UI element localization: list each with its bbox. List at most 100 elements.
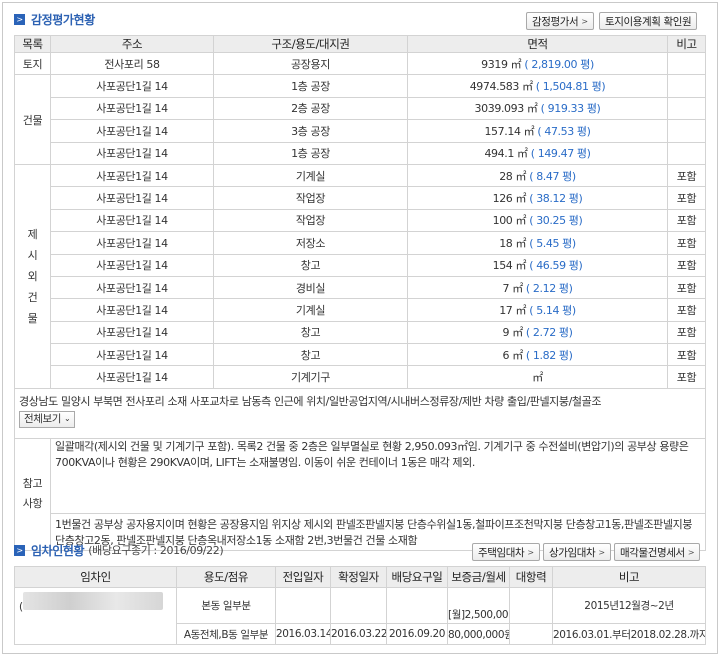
address-cell: 사포공단1길 14 <box>50 208 214 233</box>
table-row: 사포공단1길 14 기계기구 ㎡ 포함 <box>15 365 706 389</box>
table-row: 사포공단1길 14 경비실 7 ㎡ ( 2.12 평) 포함 <box>15 275 706 300</box>
use-cell: 본동 일부분 <box>176 587 276 624</box>
tenant-name-cell: ( <box>14 587 177 645</box>
note-cell: 포함 <box>667 275 706 300</box>
notes-label: 참고사항 <box>14 437 51 551</box>
col-header: 확정일자 <box>330 566 387 588</box>
arrow-right-icon: > <box>687 547 695 557</box>
area-cell: 126 ㎡ ( 38.12 평) <box>407 186 668 210</box>
section-bullet-icon: > <box>14 544 25 556</box>
col-header: 목록 <box>14 35 51 53</box>
use-cell: 2층 공장 <box>213 96 408 121</box>
fixed-date-cell <box>330 587 387 624</box>
col-header: 배당요구일 <box>386 566 448 588</box>
use-cell: A동전체,B동 일부분 <box>176 623 276 645</box>
area-cell: ㎡ <box>407 365 668 389</box>
use-cell: 1층 공장 <box>213 74 408 98</box>
address-cell: 사포공단1길 14 <box>50 186 214 210</box>
appraisal-report-button[interactable]: 감정평가서 > <box>526 12 594 30</box>
use-cell: 경비실 <box>213 275 408 300</box>
use-cell: 기계기구 <box>213 365 408 389</box>
claim-date-cell <box>386 587 448 624</box>
move-in-cell: 2016.03.14. <box>275 623 331 645</box>
use-cell: 3층 공장 <box>213 119 408 143</box>
location-description: 경상남도 밀양시 부북면 전사포리 소재 사포교차로 남동측 인근에 위치/일반… <box>14 387 706 439</box>
col-header: 대항력 <box>509 566 553 588</box>
note-cell: 포함 <box>667 186 706 210</box>
area-cell: 100 ㎡ ( 30.25 평) <box>407 208 668 233</box>
area-cell: 9 ㎡ ( 2.72 평) <box>407 320 668 345</box>
commercial-lease-button[interactable]: 상가임대차 > <box>543 543 611 561</box>
area-cell: 9319 ㎡ ( 2,819.00 평) <box>407 51 668 76</box>
chevron-down-icon: ⌄ <box>64 414 71 424</box>
address-cell: 사포공단1길 14 <box>50 298 214 322</box>
col-header: 임차인 <box>14 566 177 588</box>
note-cell: 포함 <box>667 208 706 233</box>
tenant-title: 임차인현황 <box>31 543 85 558</box>
area-cell: 18 ㎡ ( 5.45 평) <box>407 231 668 255</box>
view-all-button[interactable]: 전체보기 ⌄ <box>19 410 76 428</box>
address-cell: 사포공단1길 14 <box>50 119 214 143</box>
category-building: 건물 <box>14 74 51 165</box>
col-header: 용도/점유 <box>176 566 276 588</box>
area-cell: 3039.093 ㎡ ( 919.33 평) <box>407 96 668 121</box>
area-cell: 6 ㎡ ( 1.82 평) <box>407 343 668 367</box>
note-cell: 포함 <box>667 343 706 367</box>
col-header: 구조/용도/대지권 <box>213 35 408 53</box>
address-cell: 사포공단1길 14 <box>50 74 214 98</box>
claim-date-cell: 2016.09.20 <box>386 623 448 645</box>
use-cell: 기계실 <box>213 298 408 322</box>
table-row: 사포공단1길 14 저장소 18 ㎡ ( 5.45 평) 포함 <box>15 231 706 255</box>
table-row: 사포공단1길 14 작업장 100 ㎡ ( 30.25 평) 포함 <box>15 208 706 233</box>
land-plan-button[interactable]: 토지이용계획 확인원 <box>599 12 698 30</box>
use-cell: 창고 <box>213 253 408 277</box>
col-header: 주소 <box>50 35 214 53</box>
tenant-section-title: > 임차인현황 (배당요구종기 : 2016/09/22) <box>14 540 224 560</box>
table-row: 사포공단1길 14 3층 공장 157.14 ㎡ ( 47.53 평) <box>15 119 706 143</box>
table-row: 사포공단1길 14 2층 공장 3039.093 ㎡ ( 919.33 평) <box>15 96 706 121</box>
col-header: 비고 <box>667 35 706 53</box>
fixed-date-cell: 2016.03.22. <box>330 623 387 645</box>
use-cell: 작업장 <box>213 186 408 210</box>
area-cell: 157.14 ㎡ ( 47.53 평) <box>407 119 668 143</box>
status-report-button[interactable]: 매각물건명세서 > <box>614 543 701 561</box>
note-cell: 포함 <box>667 365 706 389</box>
table-row: 건물 사포공단1길 14 1층 공장 4974.583 ㎡ ( 1,504.81… <box>14 74 706 165</box>
location-row: 경상남도 밀양시 부북면 전사포리 소재 사포교차로 남동측 인근에 위치/일반… <box>14 387 706 439</box>
table-row: 토지 전사포리 58 공장용지 9319 ㎡ ( 2,819.00 평) <box>14 51 706 76</box>
priority-cell <box>509 623 553 645</box>
notes-row: 참고사항 일괄매각(제시외 건물 및 기계기구 포함). 목록2 건물 중 2층… <box>14 437 706 551</box>
area-cell: 17 ㎡ ( 5.14 평) <box>407 298 668 322</box>
table-row: 사포공단1길 14 창고 6 ㎡ ( 1.82 평) 포함 <box>15 343 706 367</box>
note-cell: 포함 <box>667 298 706 322</box>
col-header: 면적 <box>407 35 668 53</box>
col-header: 비고 <box>552 566 706 588</box>
arrow-right-icon: > <box>598 547 605 557</box>
address-cell: 사포공단1길 14 <box>50 163 214 188</box>
section-bullet-icon: > <box>14 13 25 25</box>
notes-text: 일괄매각(제시외 건물 및 기계기구 포함). 목록2 건물 중 2층은 일부멸… <box>50 437 706 514</box>
note-cell <box>667 119 706 143</box>
address-cell: 사포공단1길 14 <box>50 96 214 121</box>
use-cell: 기계실 <box>213 163 408 188</box>
appraisal-header-row: 목록 주소 구조/용도/대지권 면적 비고 <box>14 35 706 53</box>
area-cell: 7 ㎡ ( 2.12 평) <box>407 275 668 300</box>
arrow-right-icon: > <box>581 16 588 26</box>
area-cell: 28 ㎡ ( 8.47 평) <box>407 163 668 188</box>
residential-lease-button[interactable]: 주택임대차 > <box>472 543 540 561</box>
use-cell: 공장용지 <box>213 51 408 76</box>
note-cell <box>667 74 706 98</box>
appraisal-title: 감정평가현황 <box>31 12 95 27</box>
tenant-subtitle: (배당요구종기 : 2016/09/22) <box>88 544 224 557</box>
note-cell <box>667 96 706 121</box>
priority-cell <box>509 587 553 624</box>
location-text: 경상남도 밀양시 부북면 전사포리 소재 사포교차로 남동측 인근에 위치/일반… <box>19 394 602 408</box>
address-cell: 사포공단1길 14 <box>50 320 214 345</box>
tenant-table: 임차인 용도/점유 전입일자 확정일자 배당요구일 보증금/월세 대항력 비고 … <box>14 566 706 645</box>
address-cell: 사포공단1길 14 <box>50 231 214 255</box>
use-cell: 창고 <box>213 320 408 345</box>
col-header: 보증금/월세 <box>447 566 510 588</box>
appraisal-table: 목록 주소 구조/용도/대지권 면적 비고 토지 전사포리 58 공장용지 93… <box>14 35 706 551</box>
table-row: 사포공단1길 14 1층 공장 494.1 ㎡ ( 149.47 평) <box>15 141 706 165</box>
note-cell: 포함 <box>667 253 706 277</box>
